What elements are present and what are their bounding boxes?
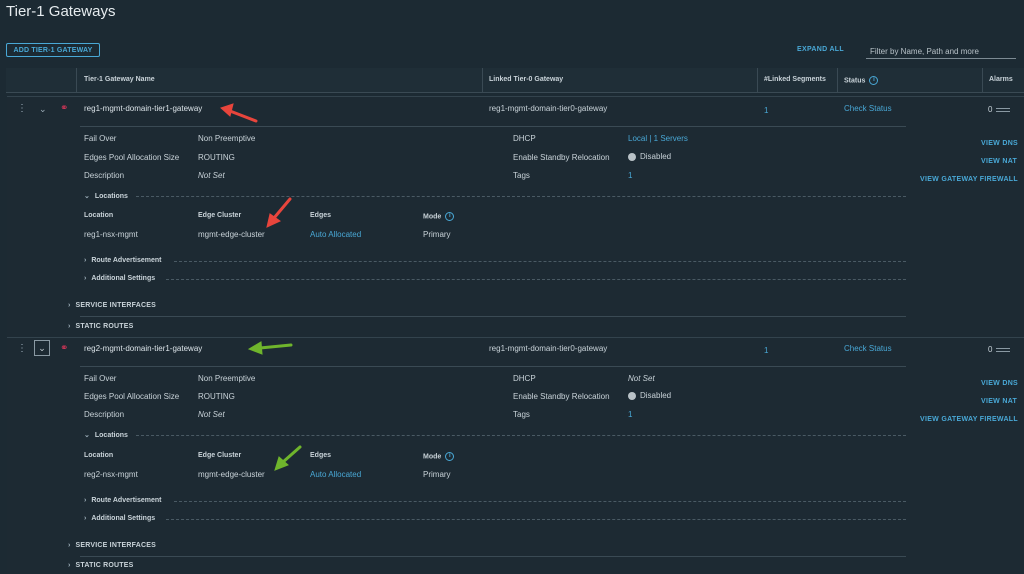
red-arrow-icon bbox=[220, 103, 258, 123]
annotation-arrows bbox=[220, 103, 302, 471]
green-arrow-icon bbox=[274, 445, 302, 471]
red-arrow-icon bbox=[266, 197, 292, 228]
green-arrow-icon bbox=[247, 341, 293, 355]
